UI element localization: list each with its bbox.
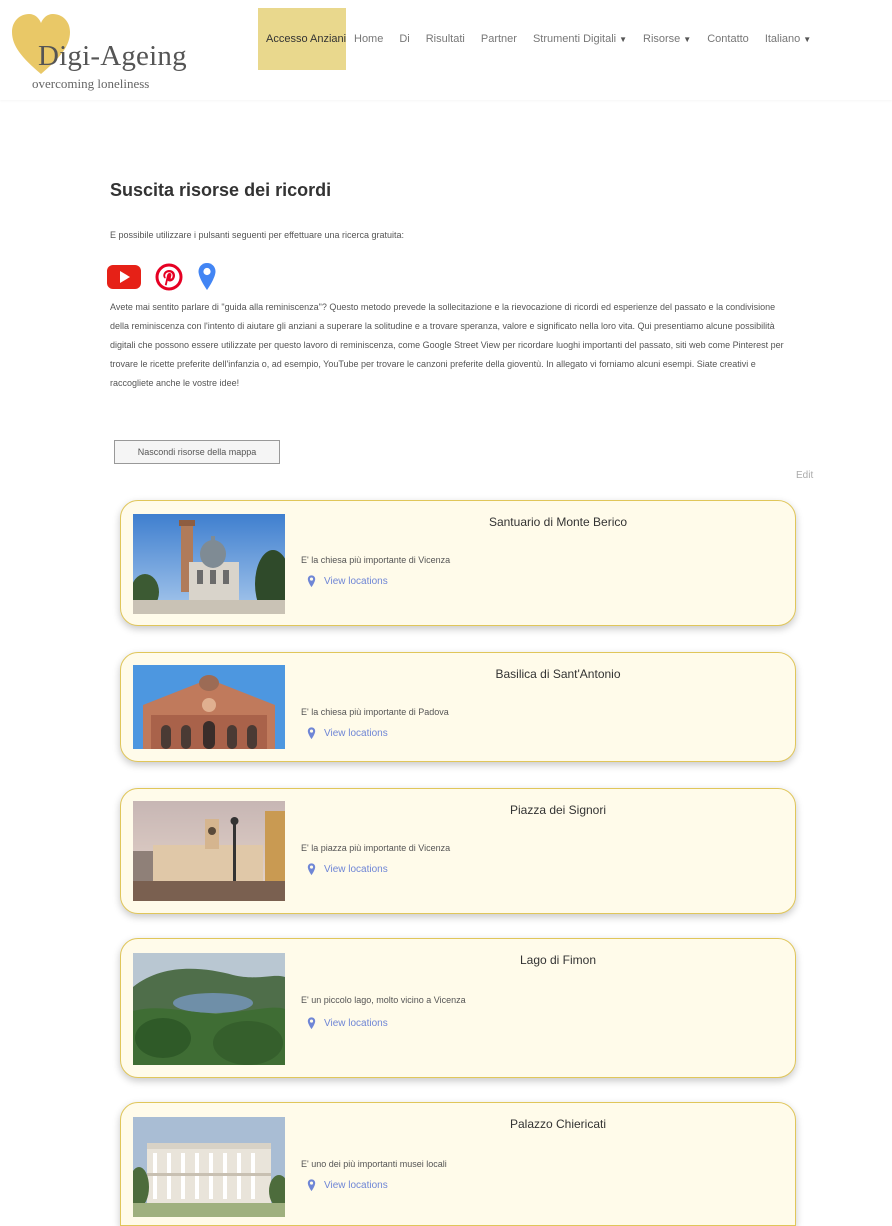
- nav-item-risultati[interactable]: Risultati: [418, 8, 473, 70]
- nav-item-contatto[interactable]: Contatto: [699, 8, 757, 70]
- map-pin-icon: [307, 1017, 316, 1030]
- page-title: Suscita risorse dei ricordi: [110, 180, 332, 200]
- nav-item-risorse[interactable]: Risorse ▼: [635, 8, 699, 70]
- location-description: E' uno dei più importanti musei locali: [301, 1159, 447, 1169]
- nav-item-language[interactable]: Italiano ▼: [757, 8, 819, 70]
- location-title: Santuario di Monte Berico: [488, 515, 628, 529]
- site-logo[interactable]: Digi-Ageing overcoming loneliness: [10, 12, 200, 94]
- nav-item-home[interactable]: Home: [346, 8, 391, 70]
- map-pin-icon: [307, 575, 316, 588]
- location-description: E' la chiesa più importante di Vicenza: [301, 555, 451, 565]
- location-description: E' la chiesa più importante di Padova: [301, 707, 449, 717]
- view-locations-link[interactable]: View locations: [307, 863, 388, 876]
- search-links: [107, 262, 217, 292]
- map-pin-icon: [307, 727, 316, 740]
- edit-link[interactable]: Edit: [796, 470, 813, 481]
- main-nav: Accesso Anziani Home Di Risultati Partne…: [258, 8, 819, 70]
- location-photo: [133, 665, 285, 749]
- view-locations-link[interactable]: View locations: [307, 1179, 388, 1192]
- intro-text: E possibile utilizzare i pulsanti seguen…: [110, 230, 404, 240]
- map-pin-icon[interactable]: [197, 262, 217, 292]
- nav-item-di[interactable]: Di: [391, 8, 417, 70]
- caret-down-icon: ▼: [619, 35, 627, 44]
- pinterest-icon[interactable]: [155, 263, 183, 291]
- view-locations-link[interactable]: View locations: [307, 727, 388, 740]
- location-card: Piazza dei Signori E' la piazza più impo…: [120, 788, 796, 914]
- caret-down-icon: ▼: [683, 35, 692, 44]
- location-card: Basilica di Sant'Antonio E' la chiesa pi…: [120, 652, 796, 762]
- location-photo: [133, 801, 285, 901]
- location-card: Lago di Fimon E' un piccolo lago, molto …: [120, 938, 796, 1078]
- location-title: Piazza dei Signori: [509, 803, 607, 817]
- location-photo: [133, 1117, 285, 1217]
- hide-map-resources-button[interactable]: Nascondi risorse della mappa: [114, 440, 280, 464]
- location-photo: [133, 514, 285, 614]
- location-photo: [133, 953, 285, 1065]
- location-title: Basilica di Sant'Antonio: [495, 667, 621, 681]
- location-card: Santuario di Monte Berico E' la chiesa p…: [120, 500, 796, 626]
- view-locations-link[interactable]: View locations: [307, 1017, 388, 1030]
- nav-item-partner[interactable]: Partner: [473, 8, 525, 70]
- map-pin-icon: [307, 1179, 316, 1192]
- nav-item-strumenti-digitali[interactable]: Strumenti Digitali ▼: [525, 8, 635, 70]
- logo-subtitle: overcoming loneliness: [32, 76, 150, 91]
- youtube-icon[interactable]: [107, 265, 141, 289]
- site-header: Digi-Ageing overcoming loneliness Access…: [0, 0, 892, 100]
- location-description: E' la piazza più importante di Vicenza: [301, 843, 451, 853]
- view-locations-link[interactable]: View locations: [307, 575, 388, 588]
- location-title: Palazzo Chiericati: [509, 1117, 607, 1131]
- location-description: E' un piccolo lago, molto vicino a Vicen…: [301, 995, 466, 1005]
- location-card: Palazzo Chiericati E' uno dei più import…: [120, 1102, 796, 1226]
- reminiscence-description: Avete mai sentito parlare di "guida alla…: [110, 302, 784, 388]
- map-pin-icon: [307, 863, 316, 876]
- caret-down-icon: ▼: [803, 35, 812, 44]
- location-title: Lago di Fimon: [519, 953, 597, 967]
- nav-item-accesso-anziani[interactable]: Accesso Anziani: [258, 8, 346, 70]
- logo-title: Digi-Ageing: [38, 40, 187, 72]
